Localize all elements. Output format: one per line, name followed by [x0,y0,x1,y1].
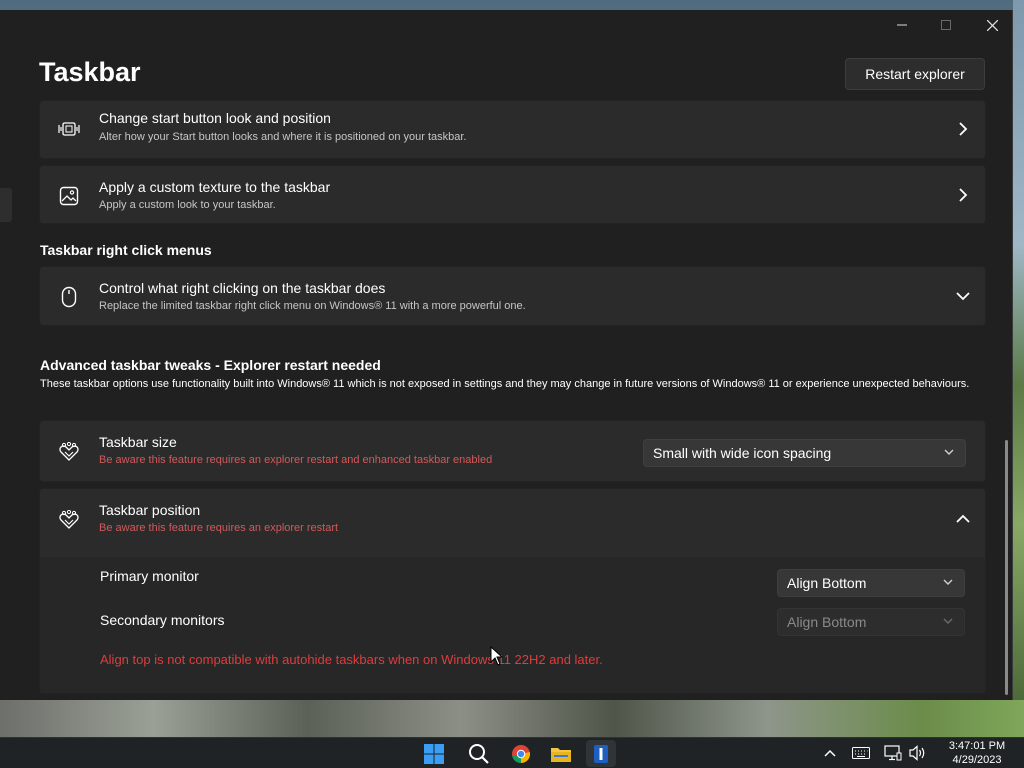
tweak-icon [58,441,80,463]
dropdown-value: Small with wide icon spacing [653,445,832,461]
nav-selection-indicator[interactable] [0,188,12,222]
app-icon[interactable] [586,740,616,767]
clock-date: 4/29/2023 [952,754,1002,766]
desktop-wallpaper-strip [0,700,1024,737]
maximize-button[interactable] [923,10,969,40]
primary-monitor-label: Primary monitor [100,568,199,584]
restart-explorer-button[interactable]: Restart explorer [845,58,985,90]
minimize-button[interactable] [879,10,925,40]
section-header-advanced: Advanced taskbar tweaks - Explorer resta… [40,357,381,373]
chevron-up-icon[interactable] [955,511,971,527]
windows-start-icon[interactable] [419,740,449,767]
secondary-monitors-label: Secondary monitors [100,612,225,628]
chevron-right-icon [955,187,971,203]
card-title: Taskbar size [99,434,177,450]
card-start-button[interactable]: Change start button look and position Al… [39,100,986,159]
network-icon[interactable] [884,744,902,762]
chevron-right-icon [955,121,971,137]
chevron-down-icon [943,618,953,624]
search-icon[interactable] [464,740,494,767]
chevron-up-icon[interactable] [821,744,839,762]
file-explorer-icon[interactable] [546,740,576,767]
volume-icon[interactable] [909,744,927,762]
card-taskbar-position[interactable]: Taskbar position Be aware this feature r… [39,488,986,558]
card-warning: Be aware this feature requires an explor… [99,522,339,534]
system-clock[interactable]: 3:47:01 PM 4/29/2023 [940,739,1014,767]
dropdown-value: Align Bottom [787,575,867,591]
dropdown-value: Align Bottom [787,614,867,630]
image-icon [58,185,80,207]
section-header-right-click: Taskbar right click menus [40,242,212,258]
card-warning: Be aware this feature requires an explor… [99,454,493,466]
card-title: Change start button look and position [99,110,331,126]
tweak-icon [58,509,80,531]
primary-monitor-dropdown[interactable]: Align Bottom [777,569,965,597]
section-description-advanced: These taskbar options use functionality … [40,378,970,390]
settings-window: Taskbar Restart explorer Change start bu… [0,10,1013,700]
card-title: Control what right clicking on the taskb… [99,280,386,296]
page-title: Taskbar [39,57,141,87]
clock-time: 3:47:01 PM [948,740,1006,752]
minimize-icon [897,24,907,26]
keyboard-icon[interactable] [852,744,870,762]
secondary-monitors-dropdown: Align Bottom [777,608,965,636]
desktop-wallpaper [1013,0,1024,700]
chevron-down-icon[interactable] [955,288,971,304]
close-button[interactable] [969,10,1012,40]
card-description: Alter how your Start button looks and wh… [99,131,467,143]
taskbar-size-dropdown[interactable]: Small with wide icon spacing [643,439,966,467]
mouse-icon [58,286,80,308]
close-icon [986,19,998,31]
scrollbar-thumb[interactable] [1005,440,1008,695]
card-taskbar-size: Taskbar size Be aware this feature requi… [39,420,986,482]
start-button-icon [58,118,80,140]
card-title: Apply a custom texture to the taskbar [99,179,331,195]
chevron-down-icon [944,449,954,455]
card-right-click-menu[interactable]: Control what right clicking on the taskb… [39,266,986,326]
chevron-down-icon [943,579,953,585]
compatibility-error: Align top is not compatible with autohid… [100,652,603,667]
card-title: Taskbar position [99,502,201,518]
card-description: Apply a custom look to your taskbar. [99,199,276,211]
card-custom-texture[interactable]: Apply a custom texture to the taskbar Ap… [39,165,986,224]
card-description: Replace the limited taskbar right click … [99,300,526,312]
windows-taskbar: 3:47:01 PM 4/29/2023 [0,737,1024,768]
maximize-icon [941,20,951,30]
chrome-icon[interactable] [506,740,536,767]
mouse-cursor-icon [490,646,504,666]
